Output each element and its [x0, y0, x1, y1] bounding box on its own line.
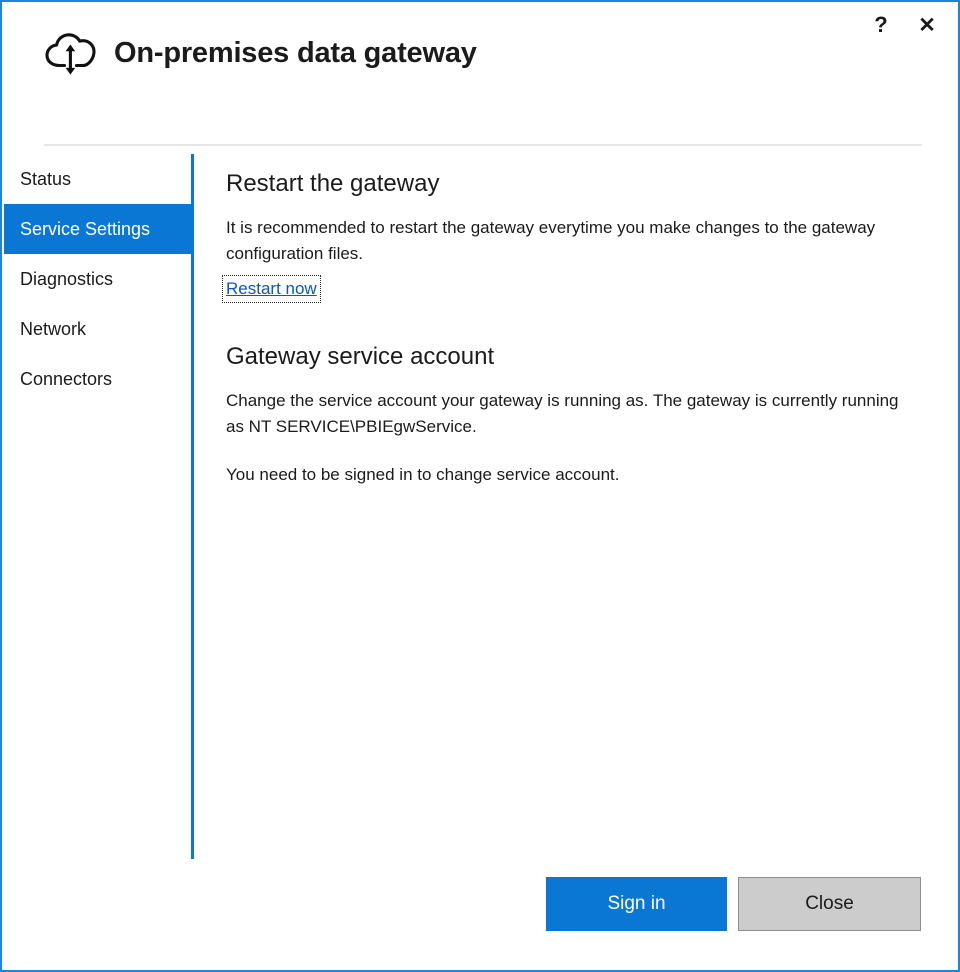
section-gateway-service-account: Gateway service account Change the servi…	[226, 343, 920, 488]
sidebar-nav: Status Service Settings Diagnostics Netw…	[4, 154, 191, 404]
section-restart-gateway: Restart the gateway It is recommended to…	[226, 170, 920, 299]
dialog-footer: Sign in Close	[546, 877, 921, 931]
titlebar-controls: ? ✕	[858, 8, 950, 42]
sidebar-item-label: Service Settings	[20, 219, 150, 240]
help-button[interactable]: ?	[858, 8, 904, 42]
sidebar-item-diagnostics[interactable]: Diagnostics	[4, 254, 191, 304]
sidebar-item-connectors[interactable]: Connectors	[4, 354, 191, 404]
close-icon: ✕	[918, 13, 936, 38]
sidebar-item-network[interactable]: Network	[4, 304, 191, 354]
section-body-text: Change the service account your gateway …	[226, 388, 920, 440]
close-button[interactable]: Close	[738, 877, 921, 931]
sidebar-item-status[interactable]: Status	[4, 154, 191, 204]
signed-in-note: You need to be signed in to change servi…	[226, 462, 920, 488]
sidebar-item-label: Network	[20, 319, 86, 340]
sidebar-item-label: Diagnostics	[20, 269, 113, 290]
section-heading: Gateway service account	[226, 343, 920, 372]
close-window-button[interactable]: ✕	[904, 8, 950, 42]
cloud-up-down-arrow-icon	[42, 28, 98, 78]
sidebar-item-service-settings[interactable]: Service Settings	[4, 204, 191, 254]
section-heading: Restart the gateway	[226, 170, 920, 199]
page-title: On-premises data gateway	[114, 37, 477, 70]
question-mark-icon: ?	[874, 12, 887, 38]
restart-now-link[interactable]: Restart now	[226, 279, 317, 299]
header-separator	[44, 144, 922, 146]
gateway-window: ? ✕ On-premises data gateway Status Serv…	[0, 0, 960, 972]
app-header: On-premises data gateway	[42, 28, 477, 78]
sign-in-button[interactable]: Sign in	[546, 877, 727, 931]
main-content: Restart the gateway It is recommended to…	[226, 170, 920, 488]
section-body-text: It is recommended to restart the gateway…	[226, 215, 920, 267]
sidebar-item-label: Status	[20, 169, 71, 190]
sidebar-item-label: Connectors	[20, 369, 112, 390]
sidebar-divider	[191, 154, 194, 859]
